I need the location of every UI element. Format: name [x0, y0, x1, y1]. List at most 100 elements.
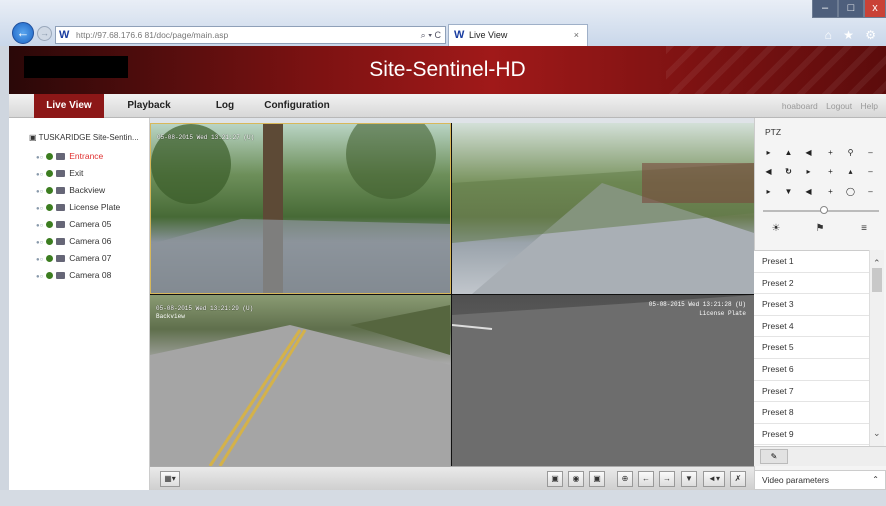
camera-item-camera-08[interactable]: ●○ Camera 08	[36, 270, 111, 281]
browser-tools-icons[interactable]: ⌂ ★ ⚙	[825, 28, 880, 42]
ptz-down-icon[interactable]: ▼	[779, 184, 798, 200]
slider-handle[interactable]	[820, 206, 828, 214]
preset-item[interactable]: Preset 8	[754, 402, 869, 424]
window-layout-icon[interactable]: ▦▾	[160, 471, 180, 487]
address-bar[interactable]: W http://97.68.176.6 81/doc/page/main.as…	[55, 26, 446, 44]
back-arrow-icon[interactable]: ←	[12, 22, 34, 44]
preset-item[interactable]: Preset 7	[754, 381, 869, 403]
preset-item[interactable]: Preset 3	[754, 294, 869, 316]
focus-far-icon[interactable]: –	[861, 164, 880, 180]
wiper-icon[interactable]: ⚑	[803, 220, 837, 238]
exit-scene	[452, 163, 754, 294]
camera-name-overlay: Backview	[156, 313, 185, 320]
minimize-icon[interactable]: –	[812, 0, 838, 18]
stop-all-icon[interactable]: ▣	[547, 471, 563, 487]
header-links: hoaboard Logout Help	[776, 94, 878, 118]
video-feed-license-plate[interactable]: 05-08-2015 Wed 13:21:28 (U) License Plat…	[452, 295, 754, 466]
user-link[interactable]: hoaboard	[782, 101, 818, 111]
iris-open-icon[interactable]: +	[821, 184, 840, 200]
help-link[interactable]: Help	[861, 101, 878, 111]
live-view-grid: 05-08-2015 Wed 13:21:27 (U) 05-08-2015 W…	[150, 123, 754, 466]
camera-item-entrance[interactable]: ●○ Entrance	[36, 151, 103, 162]
tab-log[interactable]: Log	[207, 94, 243, 118]
ptz-left-down-icon[interactable]: ▸	[759, 184, 778, 200]
maximize-icon[interactable]: □	[838, 0, 864, 18]
tab-playback[interactable]: Playback	[119, 94, 179, 118]
camera-status-icon	[46, 221, 54, 229]
preset-footer: ✎	[754, 446, 886, 466]
camera-icon	[56, 187, 66, 195]
camera-label: Camera 08	[69, 270, 112, 280]
preset-item[interactable]: Preset 6	[754, 359, 869, 381]
video-feed-exit[interactable]	[452, 123, 754, 294]
camera-item-camera-05[interactable]: ●○ Camera 05	[36, 219, 111, 230]
iris-close-icon[interactable]: –	[861, 184, 880, 200]
signal-icon: ●○	[36, 155, 44, 161]
video-feed-backview[interactable]: 05-08-2015 Wed 13:21:29 (U) Backview	[150, 295, 451, 466]
ptz-left-up-icon[interactable]: ▸	[759, 145, 778, 161]
preset-list: Preset 1 Preset 2 Preset 3 Preset 4 Pres…	[754, 250, 869, 446]
camera-status-icon	[46, 255, 54, 263]
search-refresh-icon[interactable]: ⌕ ▾ C	[421, 27, 441, 43]
ptz-right-icon[interactable]: ▸	[799, 164, 818, 180]
preset-item[interactable]: Preset 1	[754, 251, 869, 273]
previous-page-icon[interactable]: ←	[638, 471, 654, 487]
ptz-up-icon[interactable]: ▲	[779, 145, 798, 161]
tab-live-view[interactable]: Live View	[34, 94, 104, 118]
scrollbar-thumb[interactable]	[872, 268, 882, 292]
video-feed-entrance[interactable]: 05-08-2015 Wed 13:21:27 (U)	[150, 123, 451, 294]
zoom-out-icon[interactable]: –	[861, 145, 880, 161]
light-icon[interactable]: ☀	[759, 220, 793, 238]
browser-tab[interactable]: W Live View ×	[448, 24, 588, 46]
device-node[interactable]: ▣ TUSKARIDGE Site-Sentin...	[29, 133, 139, 142]
main-menu: Live View Playback Log Configuration hoa…	[9, 94, 886, 118]
license-plate-scene	[452, 295, 754, 466]
chevron-down-icon[interactable]: ⌄	[873, 428, 881, 439]
next-page-icon[interactable]: →	[659, 471, 675, 487]
preset-item[interactable]: Preset 9	[754, 424, 869, 446]
ptz-speed-slider[interactable]	[763, 206, 879, 214]
camera-icon	[56, 170, 66, 178]
tab-configuration[interactable]: Configuration	[259, 94, 335, 118]
preset-item[interactable]: Preset 4	[754, 316, 869, 338]
video-parameters-bar[interactable]: Video parameters ⌃	[754, 470, 886, 490]
timestamp-overlay: 05-08-2015 Wed 13:21:29 (U)	[156, 305, 254, 312]
camera-item-camera-07[interactable]: ●○ Camera 07	[36, 253, 111, 264]
signal-icon: ●○	[36, 189, 44, 195]
menu-icon[interactable]: ≡	[847, 220, 881, 238]
camera-item-camera-06[interactable]: ●○ Camera 06	[36, 236, 111, 247]
logout-link[interactable]: Logout	[826, 101, 852, 111]
preset-scrollbar[interactable]: ⌃ ⌄	[869, 250, 884, 446]
ptz-right-up-icon[interactable]: ◀	[799, 145, 818, 161]
preset-item[interactable]: Preset 2	[754, 273, 869, 295]
zoom-in-icon[interactable]: +	[821, 145, 840, 161]
camera-item-backview[interactable]: ●○ Backview	[36, 185, 105, 196]
site-favicon-icon: W	[59, 29, 70, 41]
close-icon[interactable]: x	[864, 0, 886, 18]
audio-icon[interactable]: ◄▾	[703, 471, 725, 487]
zoom-icon[interactable]: ⊕	[617, 471, 633, 487]
call-preset-icon[interactable]: ✎	[760, 449, 788, 464]
record-icon[interactable]: ▣	[589, 471, 605, 487]
dvr-icon: ▣	[29, 133, 39, 142]
microphone-icon[interactable]: ▼	[681, 471, 697, 487]
capture-icon[interactable]: ◉	[568, 471, 584, 487]
forward-arrow-icon[interactable]: →	[37, 26, 52, 41]
ptz-right-down-icon[interactable]: ◀	[799, 184, 818, 200]
zoom-magnifier-icon[interactable]: ⚲	[841, 145, 860, 161]
fullscreen-icon[interactable]: ✗	[730, 471, 746, 487]
ptz-left-icon[interactable]: ◀	[759, 164, 778, 180]
ptz-auto-icon[interactable]: ↻	[779, 164, 798, 180]
camera-item-exit[interactable]: ●○ Exit	[36, 168, 83, 179]
app-title: Site-Sentinel-HD	[369, 58, 526, 81]
tab-close-icon[interactable]: ×	[574, 25, 579, 45]
preset-item[interactable]: Preset 5	[754, 337, 869, 359]
camera-status-icon	[46, 170, 54, 178]
device-label: TUSKARIDGE Site-Sentin...	[38, 133, 139, 142]
focus-icon[interactable]: ▴	[841, 164, 860, 180]
focus-near-icon[interactable]: +	[821, 164, 840, 180]
iris-icon[interactable]: ◯	[841, 184, 860, 200]
chevron-up-icon[interactable]: ⌃	[872, 471, 879, 489]
camera-label: Backview	[69, 185, 106, 195]
camera-item-license-plate[interactable]: ●○ License Plate	[36, 202, 120, 213]
